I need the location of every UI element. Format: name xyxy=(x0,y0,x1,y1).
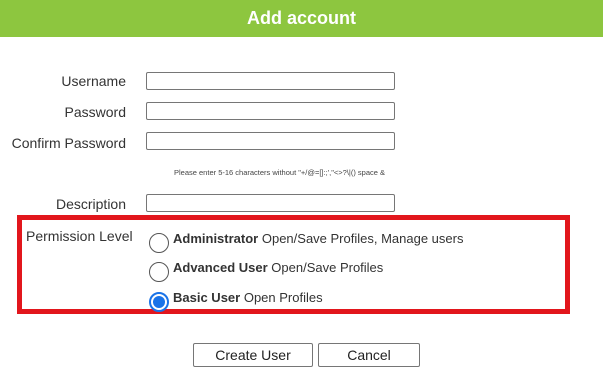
password-input[interactable] xyxy=(146,102,395,120)
administrator-option-text: Administrator Open/Save Profiles, Manage… xyxy=(173,231,463,246)
dialog-title: Add account xyxy=(0,0,603,37)
create-user-button[interactable]: Create User xyxy=(193,343,313,367)
advanced-user-option-text: Advanced User Open/Save Profiles xyxy=(173,260,383,275)
username-label: Username xyxy=(61,73,126,89)
basic-user-option-text: Basic User Open Profiles xyxy=(173,290,323,305)
advanced-user-option-desc: Open/Save Profiles xyxy=(271,259,384,275)
permission-level-label: Permission Level xyxy=(26,228,133,244)
confirm-password-label: Confirm Password xyxy=(11,135,126,151)
permission-option-advanced-user[interactable]: Advanced User Open/Save Profiles xyxy=(149,255,383,282)
basic-user-radio[interactable] xyxy=(149,292,169,312)
permission-option-basic-user[interactable]: Basic User Open Profiles xyxy=(149,285,323,312)
confirm-password-input[interactable] xyxy=(146,132,395,150)
cancel-button[interactable]: Cancel xyxy=(318,343,420,367)
description-input[interactable] xyxy=(146,194,395,212)
basic-user-option-desc: Open Profiles xyxy=(243,289,323,305)
administrator-radio[interactable] xyxy=(149,233,169,253)
username-input[interactable] xyxy=(146,72,395,90)
advanced-user-radio[interactable] xyxy=(149,262,169,282)
administrator-option-desc: Open/Save Profiles, Manage users xyxy=(261,230,464,246)
permission-option-administrator[interactable]: Administrator Open/Save Profiles, Manage… xyxy=(149,226,463,253)
password-label: Password xyxy=(64,104,126,120)
advanced-user-option-title: Advanced User xyxy=(173,259,268,275)
password-hint: Please enter 5-16 characters without "+/… xyxy=(174,168,386,177)
add-account-dialog: Add account Username Password Confirm Pa… xyxy=(0,0,603,382)
basic-user-option-title: Basic User xyxy=(173,289,241,305)
description-label: Description xyxy=(55,196,126,212)
administrator-option-title: Administrator xyxy=(173,230,259,246)
